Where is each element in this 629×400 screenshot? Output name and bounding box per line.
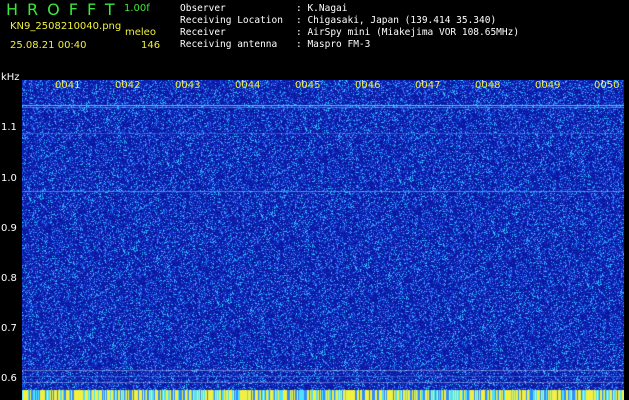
meta-value-receiver: : AirSpy mini (Miakejima VOR 108.65MHz) <box>296 27 520 38</box>
x-tick-0044: 0044 <box>235 80 261 91</box>
datetime-label: 25.08.21 00:40 <box>10 40 87 51</box>
y-unit-label: kHz <box>1 72 20 83</box>
x-tick-0046: 0046 <box>355 80 381 91</box>
y-tick-0.9: 0.9 <box>1 223 17 234</box>
meta-key-location: Receiving Location <box>180 15 283 26</box>
app-title: HROFFT <box>6 0 124 19</box>
spectrogram-panel: kHz 1.1 1.0 0.9 0.8 0.7 0.6 0041 0042 00… <box>0 72 629 400</box>
filename-label: KN9_2508210040.png <box>10 21 122 32</box>
y-tick-0.7: 0.7 <box>1 323 17 334</box>
x-tick-0047: 0047 <box>415 80 441 91</box>
meta-key-antenna: Receiving antenna <box>180 39 278 50</box>
meta-value-location: : Chigasaki, Japan (139.414 35.340) <box>296 15 497 26</box>
y-tick-1.0: 1.0 <box>1 173 17 184</box>
x-tick-0045: 0045 <box>295 80 321 91</box>
x-tick-0042: 0042 <box>115 80 141 91</box>
meta-key-receiver: Receiver <box>180 27 226 38</box>
meta-value-observer: : K.Nagai <box>296 3 348 14</box>
x-tick-0041: 0041 <box>55 80 81 91</box>
x-tick-0050: 0050 <box>594 80 620 91</box>
spectrogram-noise <box>22 80 624 400</box>
y-tick-0.6: 0.6 <box>1 373 17 384</box>
mode-label: meleo <box>125 27 156 38</box>
version-label: 1.00f <box>124 3 150 14</box>
count-label: 146 <box>141 40 161 51</box>
meta-value-antenna: : Maspro FM-3 <box>296 39 371 50</box>
y-tick-0.8: 0.8 <box>1 273 17 284</box>
x-tick-0043: 0043 <box>175 80 201 91</box>
meta-key-observer: Observer <box>180 3 226 14</box>
x-tick-0048: 0048 <box>475 80 501 91</box>
spectrogram-canvas <box>22 80 624 400</box>
x-tick-0049: 0049 <box>535 80 561 91</box>
y-tick-1.1: 1.1 <box>1 122 17 133</box>
